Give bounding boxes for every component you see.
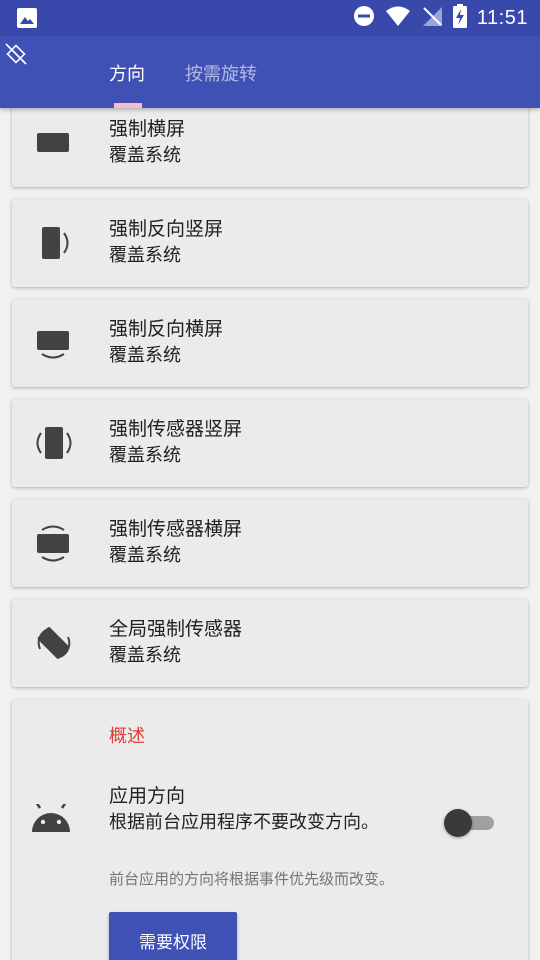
android-icon: [30, 801, 72, 838]
overview-card: 概述 应用方向 根据前台应用程序不要改变方向。 前台应用的方向将根据事件优先级而…: [12, 700, 528, 960]
sensor-portrait-icon: [34, 423, 74, 463]
option-subtitle: 覆盖系统: [109, 145, 181, 166]
section-title-overview: 概述: [109, 726, 145, 747]
tab-orientation[interactable]: 方向: [109, 60, 145, 86]
reverse-landscape-icon: [34, 323, 74, 363]
orientation-list[interactable]: 强制横屏 覆盖系统 强制反向竖屏 覆盖系统 强制反向横屏 覆盖系统 强制传感器竖…: [0, 108, 540, 960]
landscape-icon: [34, 123, 74, 163]
option-global-force-sensor[interactable]: 全局强制传感器 覆盖系统: [12, 599, 528, 687]
option-force-sensor-portrait[interactable]: 强制传感器竖屏 覆盖系统: [12, 399, 528, 487]
option-force-sensor-landscape[interactable]: 强制传感器横屏 覆盖系统: [12, 499, 528, 587]
do-not-disturb-icon: [353, 5, 375, 31]
option-subtitle: 覆盖系统: [109, 245, 181, 266]
option-title: 全局强制传感器: [109, 618, 243, 640]
app-bar: 方向 按需旋转: [0, 36, 540, 108]
require-permission-button[interactable]: 需要权限: [109, 912, 237, 960]
no-signal-icon: [421, 5, 443, 31]
wifi-icon: [385, 5, 411, 31]
option-title: 强制反向竖屏: [109, 218, 224, 240]
status-time: 11:51: [476, 6, 528, 29]
full-sensor-icon: [34, 623, 74, 663]
option-title: 强制反向横屏: [109, 318, 224, 340]
tab-indicator: [114, 103, 142, 108]
pref-summary: 根据前台应用程序不要改变方向。: [109, 812, 379, 833]
option-force-reverse-landscape[interactable]: 强制反向横屏 覆盖系统: [12, 299, 528, 387]
battery-charging-icon: [452, 4, 467, 32]
sensor-landscape-icon: [34, 523, 74, 563]
status-bar: 11:51: [0, 0, 540, 36]
option-subtitle: 覆盖系统: [109, 645, 181, 666]
pref-title-app-orientation: 应用方向: [109, 785, 186, 807]
option-force-reverse-portrait[interactable]: 强制反向竖屏 覆盖系统: [12, 199, 528, 287]
option-subtitle: 覆盖系统: [109, 445, 181, 466]
option-title: 强制传感器竖屏: [109, 418, 243, 440]
option-force-landscape[interactable]: 强制横屏 覆盖系统: [12, 108, 528, 187]
option-title: 强制横屏: [109, 118, 186, 140]
option-title: 强制传感器横屏: [109, 518, 243, 540]
gallery-notification-icon: [16, 7, 38, 33]
tab-rotate-on-demand[interactable]: 按需旋转: [185, 60, 257, 86]
option-subtitle: 覆盖系统: [109, 545, 181, 566]
rotation-off-icon[interactable]: [4, 42, 28, 70]
reverse-portrait-icon: [34, 223, 74, 263]
option-subtitle: 覆盖系统: [109, 345, 181, 366]
pref-note: 前台应用的方向将根据事件优先级而改变。: [109, 870, 395, 888]
switch-thumb: [444, 809, 472, 837]
app-orientation-switch[interactable]: [444, 808, 496, 838]
